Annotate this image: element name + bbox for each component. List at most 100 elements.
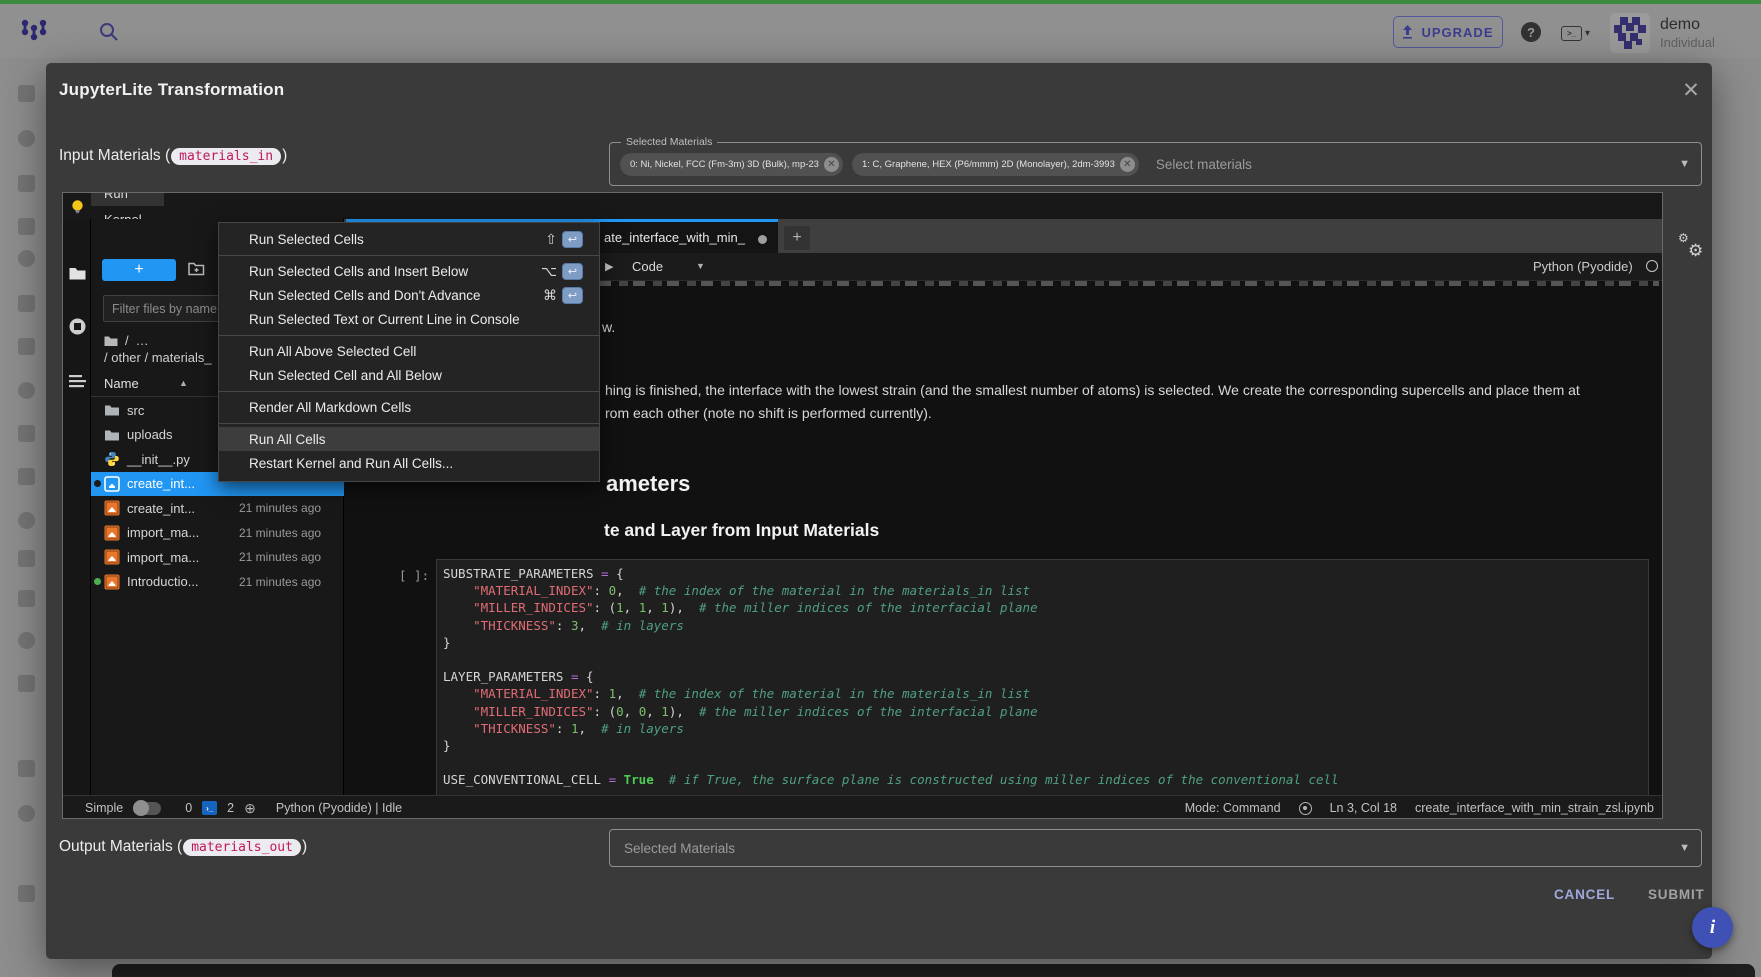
avatar[interactable] (1610, 13, 1650, 53)
unsaved-dot-icon (758, 235, 767, 244)
select-materials-placeholder: Select materials (1156, 157, 1252, 172)
search-icon[interactable] (98, 21, 120, 43)
background-sidebar-icon (18, 295, 35, 312)
background-sidebar-icon (18, 425, 35, 442)
kernel-status-text[interactable]: Python (Pyodide) | Idle (276, 801, 402, 815)
run-menu-item[interactable]: Run Selected Cell and All Below (219, 363, 599, 387)
materials-in-chip: materials_in (171, 148, 281, 165)
simple-mode-toggle[interactable] (133, 802, 161, 815)
new-launcher-button[interactable]: + (102, 259, 176, 281)
kernels-count: 2 (227, 801, 234, 815)
user-name: demo (1660, 16, 1700, 34)
output-materials-select[interactable]: Selected Materials ▼ (609, 829, 1702, 867)
cell-type-dropdown[interactable]: Code (632, 259, 663, 274)
menu-shortcut: ⇧↩ (545, 231, 583, 248)
background-sidebar-icon (18, 805, 35, 822)
settings-gears-icon[interactable]: ⚙⚙ (1676, 231, 1712, 265)
run-menu-item[interactable]: Run Selected Cells and Insert Below ⌥↩ (219, 259, 599, 283)
close-icon[interactable]: ✕ (1678, 77, 1704, 103)
run-menu-item-label: Run All Cells (249, 432, 326, 447)
brand-logo-icon[interactable] (20, 17, 48, 45)
markdown-fragment: w. (602, 319, 615, 335)
file-row[interactable]: Introductio...21 minutes ago (91, 570, 344, 595)
filebrowser-tab-strip (63, 219, 91, 795)
python-icon (104, 451, 120, 467)
cell-type-caret-icon[interactable]: ▼ (696, 261, 705, 271)
running-kernels-icon[interactable] (68, 317, 87, 336)
submit-button[interactable]: SUBMIT (1648, 887, 1705, 902)
console-menu-button[interactable]: >_ ▾ (1561, 24, 1597, 42)
markdown-heading-1: ameters (606, 471, 690, 497)
cursor-position[interactable]: Ln 3, Col 18 (1330, 801, 1397, 815)
dropdown-caret-icon[interactable]: ▼ (1679, 842, 1690, 854)
input-label-suffix: ) (282, 147, 287, 165)
file-browser-icon[interactable] (68, 264, 87, 283)
kernel-name[interactable]: Python (Pyodide) (1533, 259, 1633, 274)
chip-remove-icon[interactable]: ✕ (824, 157, 839, 172)
run-menu-item[interactable]: Restart Kernel and Run All Cells... (219, 451, 599, 475)
input-materials-select[interactable]: Selected Materials 0: Ni, Nickel, FCC (F… (609, 142, 1702, 186)
run-menu-item-label: Render All Markdown Cells (249, 400, 411, 415)
breadcrumb[interactable]: / … (104, 333, 149, 348)
code-line: LAYER_PARAMETERS = { (443, 668, 1648, 685)
file-name: uploads (127, 427, 173, 442)
return-key-icon: ↩ (562, 287, 583, 304)
code-console-icon[interactable]: ›_ (202, 801, 217, 815)
run-menu-item[interactable]: Run All Above Selected Cell (219, 339, 599, 363)
material-chip[interactable]: 1: C, Graphene, HEX (P6/mmm) 2D (Monolay… (852, 153, 1139, 176)
cancel-button[interactable]: CANCEL (1554, 887, 1615, 902)
mode-indicator[interactable]: Mode: Command (1185, 801, 1281, 815)
name-column-header[interactable]: Name (104, 376, 139, 391)
background-sidebar (14, 70, 44, 910)
run-menu-item-label: Run Selected Cells and Don't Advance (249, 288, 480, 303)
code-line: "MATERIAL_INDEX": 1, # the index of the … (443, 685, 1648, 702)
code-line: "MATERIAL_INDEX": 0, # the index of the … (443, 582, 1648, 599)
menu-shortcut: ⌥↩ (541, 263, 583, 280)
table-of-contents-icon[interactable] (68, 372, 87, 391)
cell-prompt: [ ]: (399, 568, 429, 583)
file-name: create_int... (127, 476, 195, 491)
chip-remove-icon[interactable]: ✕ (1120, 157, 1135, 172)
info-fab-button[interactable]: i (1692, 907, 1733, 948)
background-sidebar-icon (18, 175, 35, 192)
simple-mode-label: Simple (85, 801, 123, 815)
run-menu-item-label: Run Selected Cells and Insert Below (249, 264, 468, 279)
background-sidebar-icon (18, 675, 35, 692)
file-name: create_int... (127, 501, 195, 516)
output-select-label: Selected Materials (624, 841, 735, 856)
breadcrumb-path[interactable]: / other / materials_ (104, 350, 212, 365)
kernel-activity-dot-icon (94, 578, 101, 585)
kernel-status-icon (1646, 260, 1658, 272)
markdown-heading-1-1: te and Layer from Input Materials (604, 520, 879, 541)
run-cell-icon[interactable]: ▶ (605, 260, 613, 273)
file-row[interactable]: create_int...21 minutes ago (91, 496, 344, 521)
breadcrumb-ellipsis[interactable]: … (136, 333, 149, 348)
help-icon[interactable]: ? (1521, 22, 1541, 42)
run-menu-item[interactable]: Run Selected Cells⇧↩ (219, 227, 599, 251)
new-tab-button[interactable]: + (784, 226, 810, 250)
background-sidebar-icon (18, 632, 35, 649)
upgrade-label: UPGRADE (1421, 25, 1493, 40)
file-row[interactable]: import_ma...21 minutes ago (91, 521, 344, 546)
background-sidebar-icon (18, 468, 35, 485)
dropdown-caret-icon[interactable]: ▼ (1679, 158, 1690, 170)
new-folder-icon[interactable] (188, 261, 205, 276)
jupyterlite-logo-icon (70, 199, 85, 214)
run-menu-item-label: Run All Above Selected Cell (249, 344, 416, 359)
material-chip[interactable]: 0: Ni, Nickel, FCC (Fm-3m) 3D (Bulk), mp… (620, 153, 843, 176)
upgrade-button[interactable]: UPGRADE (1393, 16, 1503, 48)
run-menu-item[interactable]: Run Selected Cells and Don't Advance⌘↩ (219, 283, 599, 307)
menubar-item-run[interactable]: Run (91, 192, 164, 206)
code-cell-editor[interactable]: SUBSTRATE_PARAMETERS = { "MATERIAL_INDEX… (436, 559, 1649, 795)
run-menu-item[interactable]: Run All Cells (219, 427, 599, 451)
file-row[interactable]: import_ma...21 minutes ago (91, 545, 344, 570)
run-menu-item[interactable]: Render All Markdown Cells (219, 395, 599, 419)
code-line: "THICKNESS": 3, # in layers (443, 617, 1648, 634)
run-menu-item[interactable]: Run Selected Text or Current Line in Con… (219, 307, 599, 331)
selected-materials-legend: Selected Materials (621, 136, 717, 148)
background-sidebar-icon (18, 760, 35, 777)
screen: UPGRADE ? >_ ▾ demo Individual JupyterLi… (0, 0, 1761, 977)
accessibility-icon[interactable] (1299, 802, 1312, 815)
file-modified-time: 21 minutes ago (239, 526, 321, 540)
globe-icon[interactable]: ⊕ (244, 800, 256, 817)
